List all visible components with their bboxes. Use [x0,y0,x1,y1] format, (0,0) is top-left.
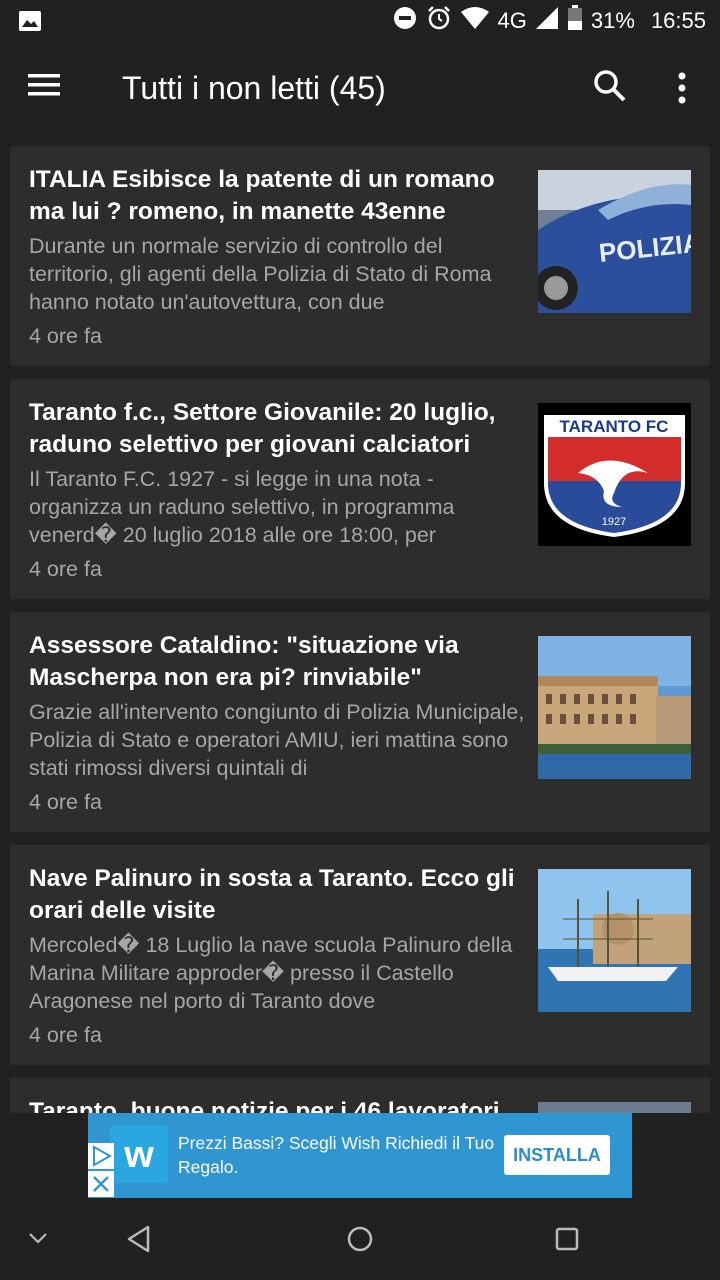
navigation-bar [0,1198,720,1280]
ad-text: Prezzi Bassi? Scegli Wish Richiedi il Tu… [178,1133,495,1177]
ad-choices-icon[interactable] [88,1143,114,1169]
article-title: Nave Palinuro in sosta a Taranto. Ecco g… [29,865,515,924]
article-card[interactable]: Taranto, buone notizie per i 46 lavorato… [10,1078,710,1113]
wifi-icon [460,6,490,36]
article-time: 4 ore fa [29,1023,102,1047]
article-excerpt: Grazie all'intervento congiunto di Poliz… [29,700,525,780]
battery-level: 31% [590,8,635,33]
alarm-icon [426,5,452,37]
menu-icon[interactable] [28,72,68,108]
article-title: ITALIA Esibisce la patente di un romano … [29,166,495,225]
article-time: 4 ore fa [29,557,102,581]
dnd-icon [392,5,418,37]
close-icon[interactable] [88,1171,114,1197]
article-thumbnail: TARANTO FC 1927 [538,403,691,546]
article-thumbnail: POLIZIA [538,170,691,313]
chevron-down-icon[interactable] [26,1228,50,1253]
article-list[interactable]: ITALIA Esibisce la patente di un romano … [0,138,720,1113]
battery-icon [567,5,583,37]
article-card[interactable]: ITALIA Esibisce la patente di un romano … [10,146,710,366]
article-time: 4 ore fa [29,324,102,348]
recents-icon[interactable] [553,1225,581,1258]
article-title: Assessore Cataldino: "situazione via Mas… [29,632,459,691]
search-icon[interactable] [592,68,632,108]
article-card[interactable]: Nave Palinuro in sosta a Taranto. Ecco g… [10,845,710,1065]
article-thumbnail [538,1102,691,1113]
thumb-club-year: 1927 [602,516,626,528]
article-thumbnail [538,636,691,779]
article-card[interactable]: Taranto f.c., Settore Giovanile: 20 lugl… [10,379,710,599]
article-time: 4 ore fa [29,790,102,814]
signal-icon [535,6,559,36]
status-bar: 4G 31% 16:55 [0,0,720,42]
clock: 16:55 [650,8,706,33]
thumb-club-name: TARANTO FC [560,417,669,436]
ad-banner[interactable]: w Prezzi Bassi? Scegli Wish Richiedi il … [88,1113,632,1198]
article-excerpt: Durante un normale servizio di controllo… [29,234,492,314]
wish-logo-icon: w [110,1125,168,1183]
article-card[interactable]: Assessore Cataldino: "situazione via Mas… [10,612,710,832]
install-button[interactable]: INSTALLA [504,1135,610,1175]
back-icon[interactable] [124,1224,154,1259]
app-bar: Tutti i non letti (45) [0,42,720,138]
article-title: Taranto f.c., Settore Giovanile: 20 lugl… [29,399,496,458]
home-icon[interactable] [345,1224,375,1259]
article-excerpt: Mercoled� 18 Luglio la nave scuola Palin… [29,933,513,1013]
image-icon [18,10,42,37]
article-thumbnail [538,869,691,1012]
network-type: 4G [497,8,527,33]
article-excerpt: Il Taranto F.C. 1927 - si legge in una n… [29,467,455,547]
article-title: Taranto, buone notizie per i 46 lavorato… [29,1098,500,1113]
more-vert-icon[interactable] [668,70,698,110]
page-title: Tutti i non letti (45) [122,70,386,106]
wish-logo-letter: w [123,1134,154,1176]
